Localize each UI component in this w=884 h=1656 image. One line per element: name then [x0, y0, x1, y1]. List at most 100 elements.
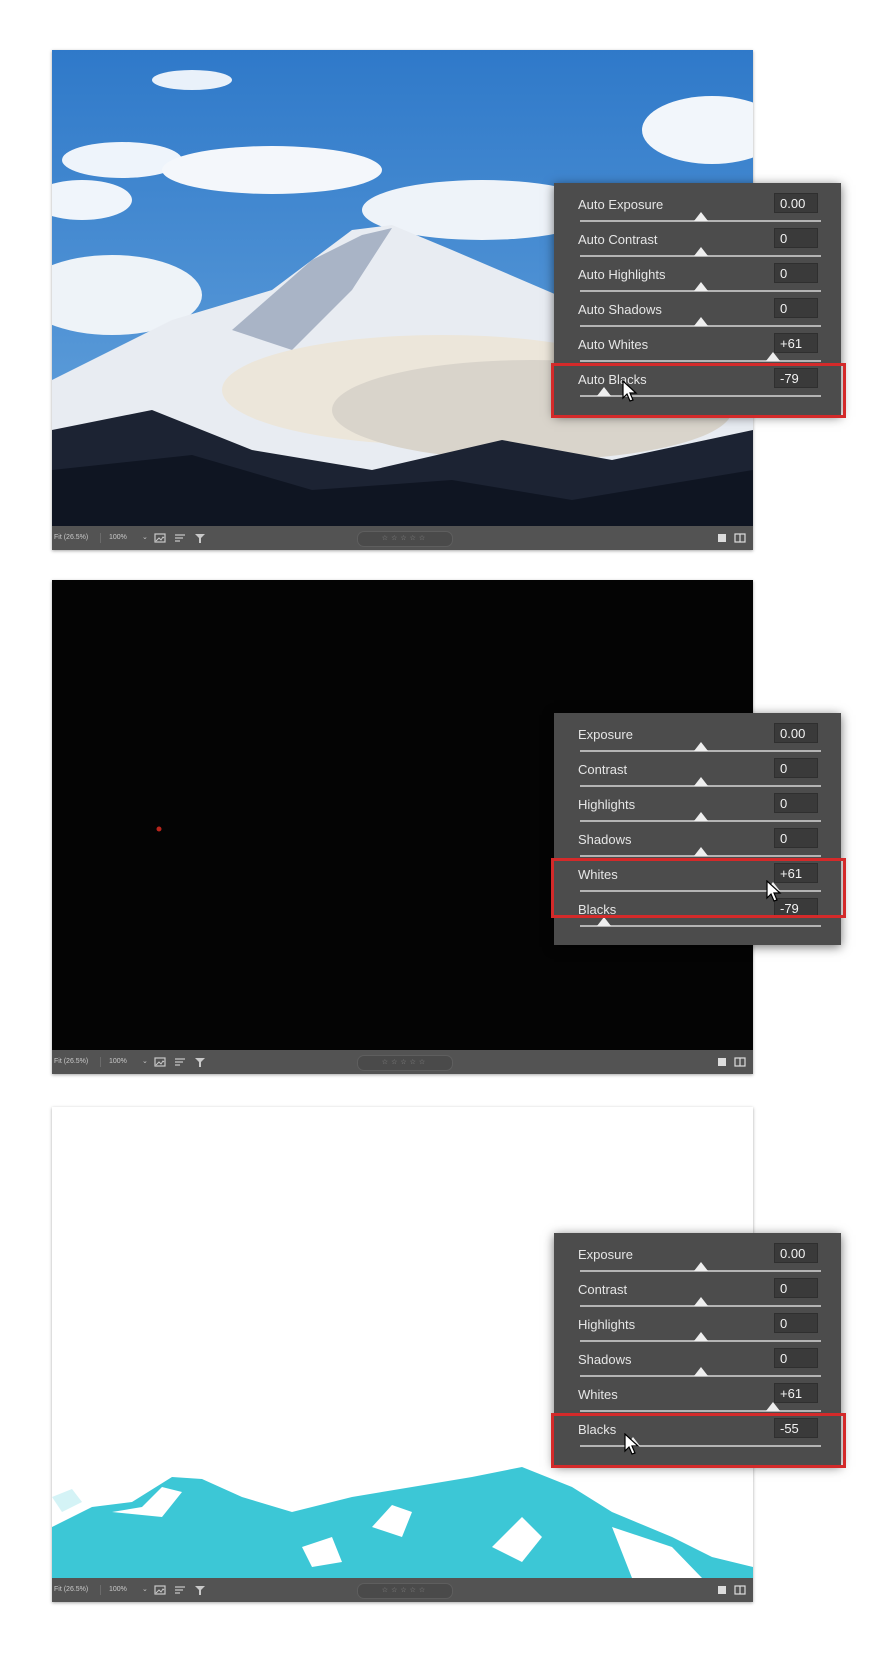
sort-icon[interactable] — [174, 1056, 186, 1068]
slider-value-field[interactable]: 0 — [774, 758, 818, 778]
slider-value-field[interactable]: 0 — [774, 228, 818, 248]
slider-thumb[interactable] — [597, 917, 612, 926]
slider-label: Exposure — [578, 727, 633, 742]
slider-row-whites: Whites +61 — [554, 1381, 841, 1416]
slider-value-field[interactable]: 0 — [774, 1348, 818, 1368]
screenshot-3: Fit (26.5%) 100% ⌄ ☆☆☆☆☆ Exposure 0.00 C… — [0, 1080, 884, 1656]
pointer-cursor-icon — [624, 1433, 640, 1455]
slider-track[interactable] — [580, 1332, 821, 1342]
slider-thumb[interactable] — [693, 847, 708, 856]
slider-track[interactable] — [580, 247, 821, 257]
highlight-box — [551, 1413, 846, 1468]
slider-value-field[interactable]: 0 — [774, 793, 818, 813]
slider-label: Shadows — [578, 832, 632, 847]
slider-track[interactable] — [580, 1262, 821, 1272]
filter-icon[interactable] — [194, 1584, 206, 1596]
slider-thumb[interactable] — [693, 777, 708, 786]
slider-label: Auto Contrast — [578, 232, 658, 247]
slider-row-whites: Auto Whites +61 — [554, 331, 841, 366]
slider-row-contrast: Contrast 0 — [554, 756, 841, 791]
slider-thumb[interactable] — [765, 1402, 780, 1411]
slider-value-field[interactable]: +61 — [774, 1383, 818, 1403]
slider-track[interactable] — [580, 212, 821, 222]
rating-stars[interactable]: ☆☆☆☆☆ — [357, 1583, 453, 1599]
slider-thumb[interactable] — [693, 1262, 708, 1271]
zoom-percent[interactable]: 100% — [109, 526, 127, 550]
slider-label: Shadows — [578, 1352, 632, 1367]
slider-row-shadows: Shadows 0 — [554, 826, 841, 861]
slider-row-exposure: Exposure 0.00 — [554, 721, 841, 756]
zoom-percent[interactable]: 100% — [109, 1050, 127, 1074]
single-view-icon[interactable] — [716, 1056, 728, 1068]
zoom-dropdown-caret[interactable]: ⌄ — [142, 1050, 148, 1074]
slider-row-highlights: Highlights 0 — [554, 1311, 841, 1346]
sort-icon[interactable] — [174, 532, 186, 544]
zoom-fit-label[interactable]: Fit (26.5%) — [54, 1578, 88, 1602]
slider-track[interactable] — [580, 742, 821, 752]
zoom-percent[interactable]: 100% — [109, 1578, 127, 1602]
slider-value-field[interactable]: 0 — [774, 263, 818, 283]
slider-value-field[interactable]: 0.00 — [774, 193, 818, 213]
slider-label: Whites — [578, 1387, 618, 1402]
rating-stars[interactable]: ☆☆☆☆☆ — [357, 531, 453, 547]
slider-thumb[interactable] — [765, 352, 780, 361]
zoom-fit-label[interactable]: Fit (26.5%) — [54, 526, 88, 550]
screenshot-1: Fit (26.5%) 100% ⌄ ☆☆☆☆☆ Auto Exposure 0… — [0, 0, 884, 550]
slider-track[interactable] — [580, 847, 821, 857]
image-view-icon[interactable] — [154, 1584, 166, 1596]
compare-view-icon[interactable] — [734, 1056, 746, 1068]
single-view-icon[interactable] — [716, 532, 728, 544]
slider-track[interactable] — [580, 282, 821, 292]
slider-value-field[interactable]: 0.00 — [774, 1243, 818, 1263]
filter-icon[interactable] — [194, 1056, 206, 1068]
slider-label: Auto Whites — [578, 337, 649, 352]
slider-value-field[interactable]: 0 — [774, 828, 818, 848]
slider-row-highlights: Auto Highlights 0 — [554, 261, 841, 296]
compare-view-icon[interactable] — [734, 532, 746, 544]
slider-thumb[interactable] — [693, 282, 708, 291]
slider-track[interactable] — [580, 812, 821, 822]
slider-track[interactable] — [580, 917, 821, 927]
slider-thumb[interactable] — [693, 247, 708, 256]
zoom-dropdown-caret[interactable]: ⌄ — [142, 526, 148, 550]
filter-icon[interactable] — [194, 532, 206, 544]
zoom-dropdown-caret[interactable]: ⌄ — [142, 1578, 148, 1602]
page: Fit (26.5%) 100% ⌄ ☆☆☆☆☆ Auto Exposure 0… — [0, 0, 884, 1656]
slider-thumb[interactable] — [693, 1297, 708, 1306]
slider-thumb[interactable] — [693, 812, 708, 821]
toolbar-divider — [100, 1057, 101, 1067]
toolbar-divider — [100, 533, 101, 543]
slider-value-field[interactable]: 0 — [774, 1278, 818, 1298]
sort-icon[interactable] — [174, 1584, 186, 1596]
image-view-icon[interactable] — [154, 532, 166, 544]
pointer-cursor-icon — [766, 880, 782, 902]
toolbar-divider — [100, 1585, 101, 1595]
slider-row-contrast: Contrast 0 — [554, 1276, 841, 1311]
image-view-icon[interactable] — [154, 1056, 166, 1068]
slider-track[interactable] — [580, 777, 821, 787]
slider-value-field[interactable]: 0 — [774, 298, 818, 318]
slider-thumb[interactable] — [693, 317, 708, 326]
slider-label: Contrast — [578, 1282, 628, 1297]
viewer-toolbar: Fit (26.5%) 100% ⌄ ☆☆☆☆☆ — [52, 1050, 753, 1074]
slider-value-field[interactable]: 0.00 — [774, 723, 818, 743]
rating-stars[interactable]: ☆☆☆☆☆ — [357, 1055, 453, 1071]
slider-label: Contrast — [578, 762, 628, 777]
single-view-icon[interactable] — [716, 1584, 728, 1596]
slider-thumb[interactable] — [693, 742, 708, 751]
slider-row-highlights: Highlights 0 — [554, 791, 841, 826]
slider-thumb[interactable] — [693, 212, 708, 221]
slider-track[interactable] — [580, 1297, 821, 1307]
slider-track[interactable] — [580, 1402, 821, 1412]
slider-value-field[interactable]: 0 — [774, 1313, 818, 1333]
compare-view-icon[interactable] — [734, 1584, 746, 1596]
zoom-fit-label[interactable]: Fit (26.5%) — [54, 1050, 88, 1074]
slider-thumb[interactable] — [693, 1367, 708, 1376]
slider-row-shadows: Shadows 0 — [554, 1346, 841, 1381]
slider-label: Exposure — [578, 1247, 633, 1262]
slider-track[interactable] — [580, 317, 821, 327]
slider-value-field[interactable]: +61 — [774, 333, 818, 353]
slider-track[interactable] — [580, 1367, 821, 1377]
slider-track[interactable] — [580, 352, 821, 362]
slider-thumb[interactable] — [693, 1332, 708, 1341]
